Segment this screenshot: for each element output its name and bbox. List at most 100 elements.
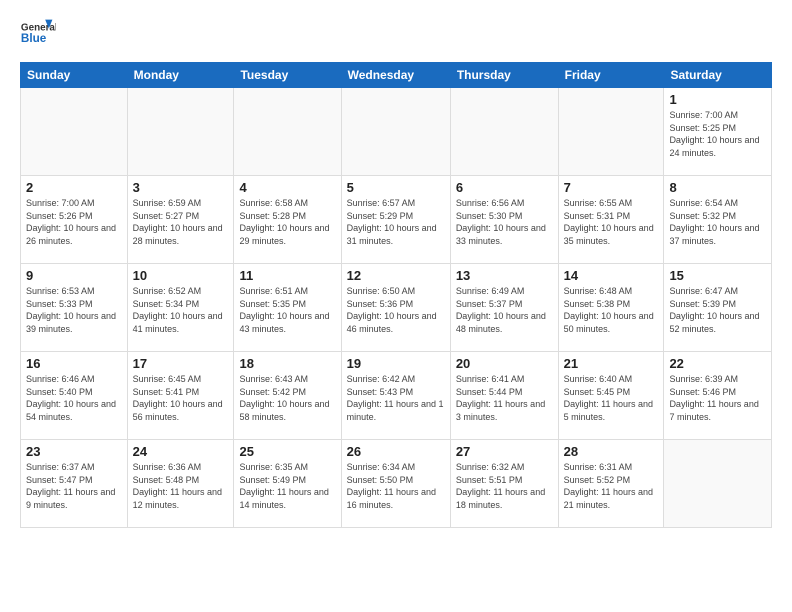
day-number: 11 xyxy=(239,268,335,283)
week-row-1: 2Sunrise: 7:00 AM Sunset: 5:26 PM Daylig… xyxy=(21,176,772,264)
day-number: 28 xyxy=(564,444,659,459)
week-row-2: 9 Sunrise: 6:53 AM Sunset: 5:33 PM Daylig… xyxy=(21,264,772,352)
day-info: Sunrise: 6:49 AM Sunset: 5:37 PM Dayligh… xyxy=(456,285,553,335)
day-info: Sunrise: 6:53 AM Sunset: 5:33 PM Dayligh… xyxy=(26,285,122,335)
day-info: Sunrise: 6:54 AM Sunset: 5:32 PM Dayligh… xyxy=(669,197,766,247)
day-info: Sunrise: 6:50 AM Sunset: 5:36 PM Dayligh… xyxy=(347,285,445,335)
day-number: 1 xyxy=(669,92,766,107)
calendar-page: GeneralBlue SundayMondayTuesdayWednesday… xyxy=(0,0,792,538)
day-info: Sunrise: 7:00 AM Sunset: 5:25 PM Dayligh… xyxy=(669,109,766,159)
weekday-saturday: Saturday xyxy=(664,63,772,88)
weekday-friday: Friday xyxy=(558,63,664,88)
day-number: 14 xyxy=(564,268,659,283)
day-number: 2 xyxy=(26,180,122,195)
day-cell: 19 Sunrise: 6:42 AM Sunset: 5:43 PM Dayli… xyxy=(341,352,450,440)
weekday-thursday: Thursday xyxy=(450,63,558,88)
day-cell: 23Sunrise: 6:37 AM Sunset: 5:47 PM Dayli… xyxy=(21,440,128,528)
day-info: Sunrise: 6:40 AM Sunset: 5:45 PM Dayligh… xyxy=(564,373,659,423)
day-number: 10 xyxy=(133,268,229,283)
day-cell xyxy=(664,440,772,528)
day-number: 20 xyxy=(456,356,553,371)
week-row-4: 23Sunrise: 6:37 AM Sunset: 5:47 PM Dayli… xyxy=(21,440,772,528)
weekday-wednesday: Wednesday xyxy=(341,63,450,88)
day-number: 13 xyxy=(456,268,553,283)
day-info: Sunrise: 6:57 AM Sunset: 5:29 PM Dayligh… xyxy=(347,197,445,247)
logo: GeneralBlue xyxy=(20,16,60,52)
day-number: 19 xyxy=(347,356,445,371)
day-number: 17 xyxy=(133,356,229,371)
day-info: Sunrise: 6:42 AM Sunset: 5:43 PM Dayligh… xyxy=(347,373,445,423)
day-cell: 11Sunrise: 6:51 AM Sunset: 5:35 PM Dayli… xyxy=(234,264,341,352)
day-number: 5 xyxy=(347,180,445,195)
day-number: 7 xyxy=(564,180,659,195)
day-cell: 8 Sunrise: 6:54 AM Sunset: 5:32 PM Daylig… xyxy=(664,176,772,264)
day-number: 25 xyxy=(239,444,335,459)
day-cell: 4 Sunrise: 6:58 AM Sunset: 5:28 PM Daylig… xyxy=(234,176,341,264)
week-row-0: 1 Sunrise: 7:00 AM Sunset: 5:25 PM Daylig… xyxy=(21,88,772,176)
day-info: Sunrise: 6:59 AM Sunset: 5:27 PM Dayligh… xyxy=(133,197,229,247)
weekday-sunday: Sunday xyxy=(21,63,128,88)
day-info: Sunrise: 6:34 AM Sunset: 5:50 PM Dayligh… xyxy=(347,461,445,511)
day-info: Sunrise: 6:55 AM Sunset: 5:31 PM Dayligh… xyxy=(564,197,659,247)
day-cell: 7 Sunrise: 6:55 AM Sunset: 5:31 PM Daylig… xyxy=(558,176,664,264)
day-number: 15 xyxy=(669,268,766,283)
day-number: 26 xyxy=(347,444,445,459)
day-number: 9 xyxy=(26,268,122,283)
day-cell xyxy=(127,88,234,176)
day-number: 23 xyxy=(26,444,122,459)
day-info: Sunrise: 6:45 AM Sunset: 5:41 PM Dayligh… xyxy=(133,373,229,423)
weekday-tuesday: Tuesday xyxy=(234,63,341,88)
day-cell: 27Sunrise: 6:32 AM Sunset: 5:51 PM Dayli… xyxy=(450,440,558,528)
weekday-header-row: SundayMondayTuesdayWednesdayThursdayFrid… xyxy=(21,63,772,88)
day-cell: 24 Sunrise: 6:36 AM Sunset: 5:48 PM Dayli… xyxy=(127,440,234,528)
weekday-monday: Monday xyxy=(127,63,234,88)
day-info: Sunrise: 6:46 AM Sunset: 5:40 PM Dayligh… xyxy=(26,373,122,423)
day-cell: 3 Sunrise: 6:59 AM Sunset: 5:27 PM Daylig… xyxy=(127,176,234,264)
day-cell: 28 Sunrise: 6:31 AM Sunset: 5:52 PM Dayli… xyxy=(558,440,664,528)
day-info: Sunrise: 6:58 AM Sunset: 5:28 PM Dayligh… xyxy=(239,197,335,247)
logo-icon: GeneralBlue xyxy=(20,16,56,52)
day-number: 3 xyxy=(133,180,229,195)
day-cell: 10 Sunrise: 6:52 AM Sunset: 5:34 PM Dayli… xyxy=(127,264,234,352)
day-number: 12 xyxy=(347,268,445,283)
day-number: 21 xyxy=(564,356,659,371)
day-number: 24 xyxy=(133,444,229,459)
day-number: 16 xyxy=(26,356,122,371)
day-info: Sunrise: 6:56 AM Sunset: 5:30 PM Dayligh… xyxy=(456,197,553,247)
day-cell: 12 Sunrise: 6:50 AM Sunset: 5:36 PM Dayli… xyxy=(341,264,450,352)
day-cell: 18 Sunrise: 6:43 AM Sunset: 5:42 PM Dayli… xyxy=(234,352,341,440)
day-info: Sunrise: 6:31 AM Sunset: 5:52 PM Dayligh… xyxy=(564,461,659,511)
day-cell: 14Sunrise: 6:48 AM Sunset: 5:38 PM Dayli… xyxy=(558,264,664,352)
day-info: Sunrise: 6:36 AM Sunset: 5:48 PM Dayligh… xyxy=(133,461,229,511)
day-info: Sunrise: 6:35 AM Sunset: 5:49 PM Dayligh… xyxy=(239,461,335,511)
day-cell: 13 Sunrise: 6:49 AM Sunset: 5:37 PM Dayli… xyxy=(450,264,558,352)
day-info: Sunrise: 6:39 AM Sunset: 5:46 PM Dayligh… xyxy=(669,373,766,423)
week-row-3: 16 Sunrise: 6:46 AM Sunset: 5:40 PM Dayli… xyxy=(21,352,772,440)
day-cell: 16 Sunrise: 6:46 AM Sunset: 5:40 PM Dayli… xyxy=(21,352,128,440)
day-number: 4 xyxy=(239,180,335,195)
day-info: Sunrise: 6:41 AM Sunset: 5:44 PM Dayligh… xyxy=(456,373,553,423)
day-cell xyxy=(234,88,341,176)
day-cell xyxy=(558,88,664,176)
day-cell: 1 Sunrise: 7:00 AM Sunset: 5:25 PM Daylig… xyxy=(664,88,772,176)
day-number: 6 xyxy=(456,180,553,195)
day-number: 8 xyxy=(669,180,766,195)
day-info: Sunrise: 6:32 AM Sunset: 5:51 PM Dayligh… xyxy=(456,461,553,511)
day-cell xyxy=(21,88,128,176)
day-cell: 26 Sunrise: 6:34 AM Sunset: 5:50 PM Dayli… xyxy=(341,440,450,528)
day-cell: 6 Sunrise: 6:56 AM Sunset: 5:30 PM Daylig… xyxy=(450,176,558,264)
day-cell: 9 Sunrise: 6:53 AM Sunset: 5:33 PM Daylig… xyxy=(21,264,128,352)
day-cell: 5 Sunrise: 6:57 AM Sunset: 5:29 PM Daylig… xyxy=(341,176,450,264)
day-number: 18 xyxy=(239,356,335,371)
day-number: 22 xyxy=(669,356,766,371)
day-cell: 2Sunrise: 7:00 AM Sunset: 5:26 PM Daylig… xyxy=(21,176,128,264)
svg-text:Blue: Blue xyxy=(21,32,47,45)
day-cell: 21 Sunrise: 6:40 AM Sunset: 5:45 PM Dayli… xyxy=(558,352,664,440)
day-cell: 17 Sunrise: 6:45 AM Sunset: 5:41 PM Dayli… xyxy=(127,352,234,440)
day-cell: 20 Sunrise: 6:41 AM Sunset: 5:44 PM Dayli… xyxy=(450,352,558,440)
day-cell xyxy=(450,88,558,176)
header: GeneralBlue xyxy=(20,16,772,52)
calendar-table: SundayMondayTuesdayWednesdayThursdayFrid… xyxy=(20,62,772,528)
day-info: Sunrise: 6:52 AM Sunset: 5:34 PM Dayligh… xyxy=(133,285,229,335)
day-info: Sunrise: 6:43 AM Sunset: 5:42 PM Dayligh… xyxy=(239,373,335,423)
